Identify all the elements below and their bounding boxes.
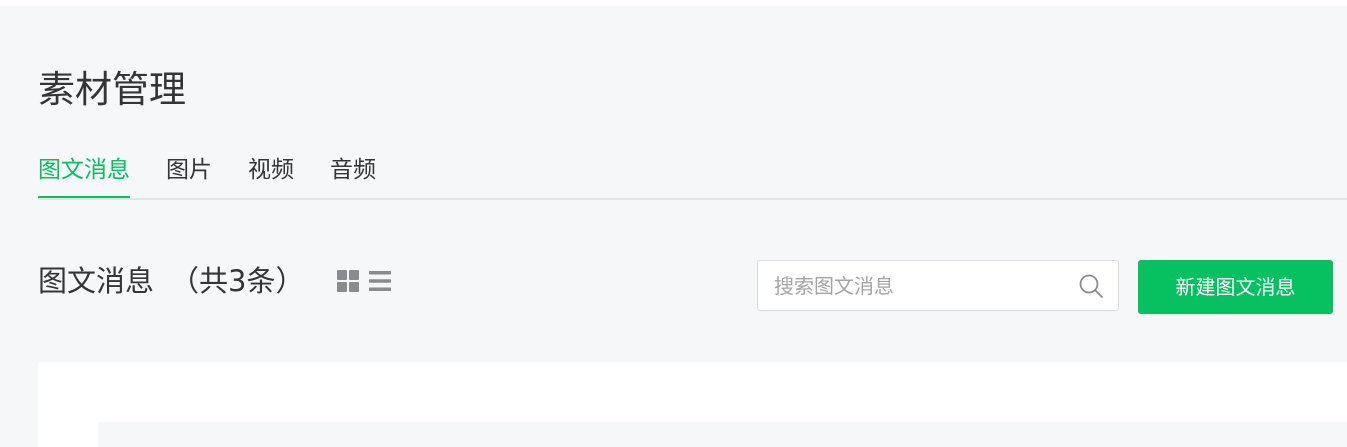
search-input[interactable] bbox=[758, 261, 1068, 310]
tab-articles[interactable]: 图文消息 bbox=[38, 152, 130, 199]
search-box bbox=[757, 260, 1119, 311]
tab-images[interactable]: 图片 bbox=[166, 152, 212, 198]
tab-bar: 图文消息 图片 视频 音频 bbox=[38, 152, 412, 199]
tab-audio-label: 音频 bbox=[330, 157, 376, 183]
tab-videos-label: 视频 bbox=[248, 157, 294, 183]
tab-articles-label: 图文消息 bbox=[38, 157, 130, 183]
article-list-panel bbox=[98, 422, 1347, 447]
tab-audio[interactable]: 音频 bbox=[330, 152, 376, 198]
section-header: 图文消息 （共3条） bbox=[38, 261, 400, 301]
section-title: 图文消息 bbox=[38, 264, 155, 298]
tab-videos[interactable]: 视频 bbox=[248, 152, 294, 198]
item-count: （共3条） bbox=[170, 264, 305, 298]
create-article-button[interactable]: 新建图文消息 bbox=[1138, 260, 1333, 314]
page-container: 素材管理 图文消息 图片 视频 音频 图文消息 （共3条） 搜索图文消息 新建图… bbox=[0, 6, 1347, 447]
tab-images-label: 图片 bbox=[166, 157, 212, 183]
list-view-icon[interactable] bbox=[368, 269, 392, 293]
page-title: 素材管理 bbox=[38, 68, 186, 111]
grid-view-icon[interactable] bbox=[336, 269, 360, 293]
content-card bbox=[38, 362, 1347, 447]
search-icon[interactable] bbox=[1078, 273, 1104, 299]
view-toggle bbox=[336, 269, 400, 293]
tabs-divider bbox=[38, 198, 1347, 200]
